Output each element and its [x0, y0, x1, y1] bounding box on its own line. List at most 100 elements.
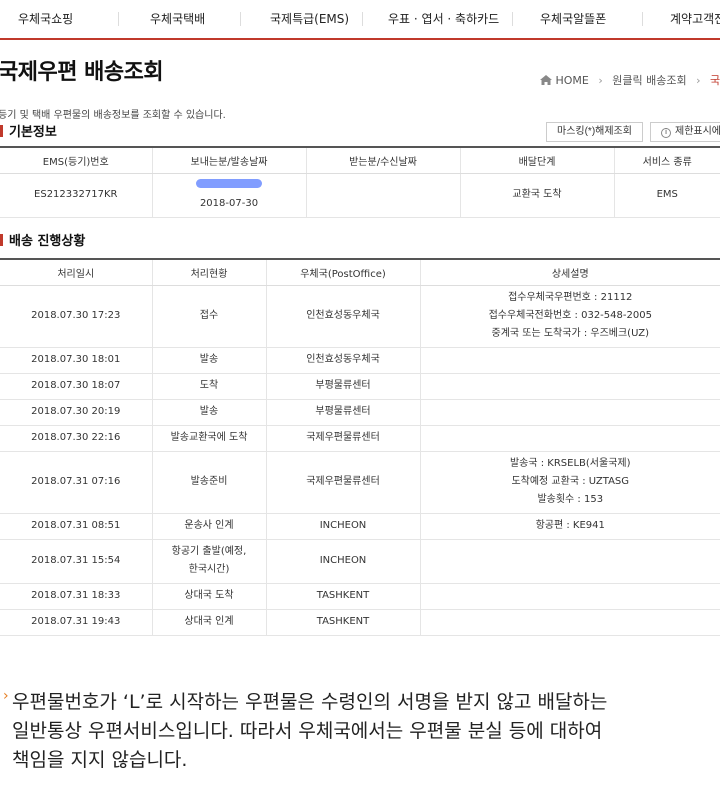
column-header: 우체국(PostOffice) [266, 258, 421, 286]
process-status: 항공기 출발(예정, 한국시간) [152, 539, 267, 584]
table-row: 2018.07.30 18:07 도착 부평물류센터 [0, 373, 720, 400]
section-marker [0, 125, 3, 137]
process-time: 2018.07.30 20:19 [0, 399, 153, 426]
send-date: 2018-07-30 [199, 198, 259, 209]
process-time: 2018.07.31 08:51 [0, 513, 153, 540]
column-header: 서비스 종류 [614, 146, 720, 174]
chevron-right-icon: › [696, 74, 701, 87]
redaction-scribble [196, 179, 262, 188]
process-time: 2018.07.30 18:01 [0, 347, 153, 374]
post-office: 부평물류센터 [266, 399, 421, 426]
detail-line: 발송횟수 : 153 [537, 494, 604, 505]
nav-item-parcel[interactable]: 우체국택배 [150, 10, 205, 27]
column-header: 상세설명 [420, 258, 720, 286]
home-icon [540, 75, 552, 85]
detail-line: 중계국 또는 도착국가 : 우즈베크(UZ) [491, 328, 649, 339]
process-status: 발송교환국에 도착 [152, 425, 267, 452]
process-time: 2018.07.31 19:43 [0, 609, 153, 636]
breadcrumb-oneclick[interactable]: 원클릭 배송조회 [612, 74, 686, 87]
detail-cell [420, 399, 720, 426]
process-time: 2018.07.31 15:54 [0, 539, 153, 584]
process-status: 도착 [152, 373, 267, 400]
column-header: 받는분/수신날짜 [306, 146, 461, 174]
table-row: 2018.07.31 18:33 상대국 도착 TASHKENT [0, 583, 720, 610]
post-office: 국제우편물류센터 [266, 425, 421, 452]
nav-divider [512, 12, 513, 26]
post-office: 인천효성동우체국 [266, 347, 421, 374]
nav-item-mobile[interactable]: 우체국알뜰폰 [540, 10, 606, 27]
detail-cell [420, 609, 720, 636]
process-status: 상대국 도착 [152, 583, 267, 610]
detail-line: 항공편 : KE941 [535, 520, 605, 531]
table-header-row: 처리일시 처리현황 우체국(PostOffice) 상세설명 [0, 258, 720, 286]
column-header: 처리현황 [152, 258, 267, 286]
post-office: 국제우편물류센터 [266, 451, 421, 514]
nav-item-contract[interactable]: 계약고객전 [670, 10, 720, 27]
section-marker [0, 234, 3, 246]
detail-cell [420, 583, 720, 610]
breadcrumb: HOME › 원클릭 배송조회 › 국제우 [540, 72, 720, 88]
process-status: 발송준비 [152, 451, 267, 514]
table-row: 2018.07.30 18:01 발송 인천효성동우체국 [0, 347, 720, 374]
process-time: 2018.07.31 18:33 [0, 583, 153, 610]
table-header-row: EMS(등기)번호 보내는분/발송날짜 받는분/수신날짜 배달단계 서비스 종류 [0, 146, 720, 174]
detail-cell: 접수우체국우편번호 : 21112 접수우체국전화번호 : 032-548-200… [420, 285, 720, 348]
post-office: 부평물류센터 [266, 373, 421, 400]
table-row: 2018.07.30 20:19 발송 부평물류센터 [0, 399, 720, 426]
post-office: TASHKENT [266, 609, 421, 636]
chevron-right-icon: › [598, 74, 603, 87]
recipient-cell [306, 173, 461, 218]
table-row: 2018.07.30 17:23 접수 인천효성동우체국 접수우체국우편번호 : 21… [0, 285, 720, 348]
column-header: EMS(등기)번호 [0, 146, 153, 174]
table-row: 2018.07.31 07:16 발송준비 국제우편물류센터 발송국 : KRSELB… [0, 451, 720, 514]
detail-cell [420, 425, 720, 452]
column-header: 배달단계 [460, 146, 615, 174]
column-header: 처리일시 [0, 258, 153, 286]
detail-cell [420, 539, 720, 584]
footnote-line: 우편물번호가 ‘L’로 시작하는 우편물은 수령인의 서명을 받지 않고 배달하… [12, 691, 608, 713]
table-row: ES212332717KR 2018-07-30 교환국 도착 EMS [0, 173, 720, 218]
detail-line: 접수우체국전화번호 : 032-548-2005 [488, 310, 652, 321]
process-time: 2018.07.30 18:07 [0, 373, 153, 400]
info-icon: i [661, 128, 671, 138]
nav-item-shopping[interactable]: 우체국쇼핑 [18, 10, 73, 27]
service-type: EMS [614, 173, 720, 218]
process-status: 상대국 인계 [152, 609, 267, 636]
basic-info-heading: 기본정보 [0, 121, 57, 140]
table-row: 2018.07.30 22:16 발송교환국에 도착 국제우편물류센터 [0, 425, 720, 452]
mask-release-button[interactable]: 마스킹(*)해제조회 [546, 122, 643, 142]
display-limit-button[interactable]: i 제한표시에 [650, 122, 720, 142]
process-time: 2018.07.31 07:16 [0, 451, 153, 514]
breadcrumb-current[interactable]: 국제우 [710, 74, 720, 87]
post-office: INCHEON [266, 539, 421, 584]
footnote-marker: › [3, 688, 9, 704]
detail-cell [420, 373, 720, 400]
post-office: TASHKENT [266, 583, 421, 610]
detail-line: 발송국 : KRSELB(서울국제) [509, 458, 631, 469]
nav-item-stamps[interactable]: 우표 · 엽서 · 축하카드 [388, 10, 499, 27]
process-status: 발송 [152, 399, 267, 426]
footnote-line: 일반통상 우편서비스입니다. 따라서 우체국에서는 우편물 분실 등에 대하여 [12, 720, 603, 742]
detail-cell [420, 347, 720, 374]
footnote: 우편물번호가 ‘L’로 시작하는 우편물은 수령인의 서명을 받지 않고 배달하… [12, 688, 607, 775]
progress-table: 처리일시 처리현황 우체국(PostOffice) 상세설명 2018.07.3… [0, 258, 720, 636]
basic-info-table: EMS(등기)번호 보내는분/발송날짜 받는분/수신날짜 배달단계 서비스 종류… [0, 146, 720, 218]
nav-item-ems[interactable]: 국제특급(EMS) [270, 10, 349, 27]
table-row: 2018.07.31 08:51 운송사 인계 INCHEON 항공편 : KE941 [0, 513, 720, 540]
page-description: 등기 및 택배 우편물의 배송정보를 조회할 수 있습니다. [0, 110, 226, 121]
process-time: 2018.07.30 22:16 [0, 425, 153, 452]
progress-heading: 배송 진행상황 [0, 230, 85, 249]
nav-divider [642, 12, 643, 26]
table-row: 2018.07.31 19:43 상대국 인계 TASHKENT [0, 609, 720, 636]
process-time: 2018.07.30 17:23 [0, 285, 153, 348]
post-office: 인천효성동우체국 [266, 285, 421, 348]
sender-cell: 2018-07-30 [152, 173, 307, 218]
detail-cell: 항공편 : KE941 [420, 513, 720, 540]
page-title: 국제우편 배송조회 [0, 60, 164, 85]
delivery-stage: 교환국 도착 [460, 173, 615, 218]
process-status: 운송사 인계 [152, 513, 267, 540]
post-office: INCHEON [266, 513, 421, 540]
column-header: 보내는분/발송날짜 [152, 146, 307, 174]
breadcrumb-home[interactable]: HOME [556, 74, 589, 87]
nav-divider [362, 12, 363, 26]
